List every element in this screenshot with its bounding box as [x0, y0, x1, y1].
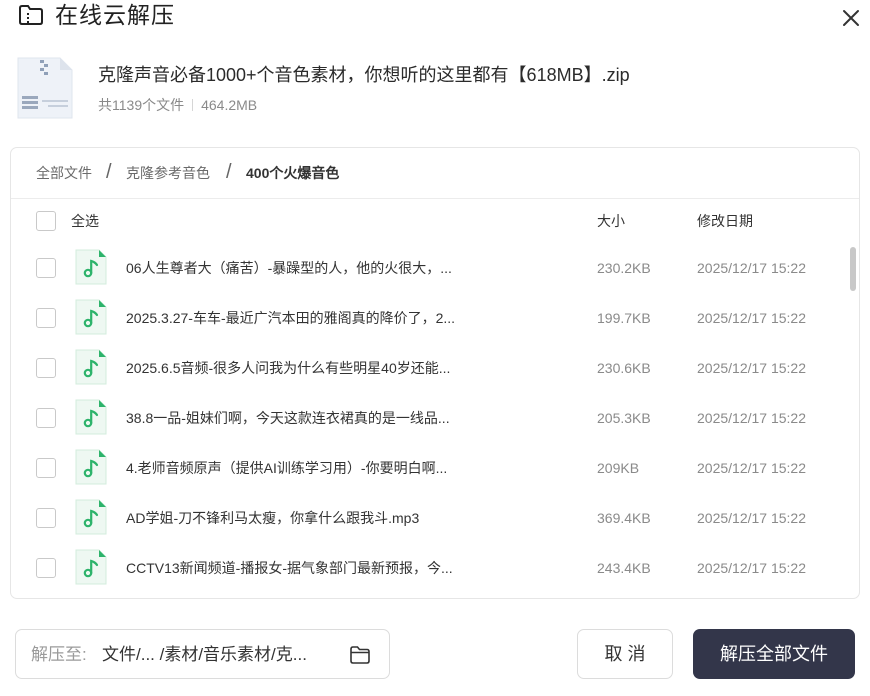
archive-total-size: 464.2MB	[201, 97, 258, 113]
file-modified-date: 2025/12/17 15:22	[697, 560, 806, 576]
column-header-modified[interactable]: 修改日期	[697, 211, 753, 231]
cancel-button[interactable]: 取 消	[577, 629, 673, 679]
audio-file-icon	[75, 299, 107, 335]
audio-file-icon	[75, 349, 107, 385]
breadcrumb-item-current: 400个火爆音色	[246, 165, 340, 181]
file-modified-date: 2025/12/17 15:22	[697, 260, 806, 276]
extract-all-button[interactable]: 解压全部文件	[693, 629, 855, 679]
folder-icon[interactable]	[349, 644, 371, 666]
file-size: 199.7KB	[597, 310, 651, 326]
select-all-checkbox[interactable]	[36, 211, 56, 231]
file-modified-date: 2025/12/17 15:22	[697, 360, 806, 376]
file-name[interactable]: 2025.3.27-车车-最近广汽本田的雅阁真的降价了，2...	[126, 308, 486, 328]
file-name[interactable]: CCTV13新闻频道-播报女-据气象部门最新预报，今...	[126, 558, 486, 578]
audio-file-icon	[75, 399, 107, 435]
file-row[interactable]: 06人生尊者大（痛苦）-暴躁型的人，他的火很大，... 230.2KB 2025/1…	[11, 243, 849, 293]
scrollbar-thumb[interactable]	[850, 247, 856, 291]
file-checkbox[interactable]	[36, 558, 56, 578]
file-row[interactable]: 2025.6.5音频-很多人问我为什么有些明星40岁还能... 230.6KB 20…	[11, 343, 849, 393]
breadcrumb-item-clone-reference[interactable]: 克隆参考音色	[126, 163, 210, 183]
file-row[interactable]: 38.8一品-姐妹们啊，今天这款连衣裙真的是一线品... 205.3KB 2025/…	[11, 393, 849, 443]
file-size: 205.3KB	[597, 410, 651, 426]
audio-file-icon	[75, 549, 107, 585]
file-row[interactable]: AD学姐-刀不锋利马太瘦，你拿什么跟我斗.mp3 369.4KB 2025/12/1…	[11, 493, 849, 543]
close-icon[interactable]	[838, 5, 864, 31]
destination-field[interactable]: 解压至: 文件/... /素材/音乐素材/克...	[15, 629, 390, 679]
file-modified-date: 2025/12/17 15:22	[697, 310, 806, 326]
column-header-size[interactable]: 大小	[597, 211, 625, 231]
file-row[interactable]: 4.老师音频原声（提供AI训练学习用）-你要明白啊... 209KB 2025/12…	[11, 443, 849, 493]
file-size: 230.6KB	[597, 360, 651, 376]
file-modified-date: 2025/12/17 15:22	[697, 460, 806, 476]
breadcrumb: 全部文件 / 克隆参考音色 / 400个火爆音色	[11, 148, 859, 199]
audio-file-icon	[75, 499, 107, 535]
file-checkbox[interactable]	[36, 308, 56, 328]
file-checkbox[interactable]	[36, 408, 56, 428]
file-size: 209KB	[597, 460, 640, 476]
archive-meta: 共1139个文件 464.2MB	[98, 95, 257, 115]
file-modified-date: 2025/12/17 15:22	[697, 410, 806, 426]
breadcrumb-separator: /	[106, 161, 112, 183]
zip-file-icon	[17, 57, 73, 119]
title-bar: 在线云解压	[0, 0, 870, 34]
file-size: 230.2KB	[597, 260, 651, 276]
file-name[interactable]: 2025.6.5音频-很多人问我为什么有些明星40岁还能...	[126, 358, 486, 378]
audio-file-icon	[75, 449, 107, 485]
file-checkbox[interactable]	[36, 258, 56, 278]
file-checkbox[interactable]	[36, 358, 56, 378]
archive-icon	[19, 5, 43, 25]
file-size: 369.4KB	[597, 510, 651, 526]
file-checkbox[interactable]	[36, 458, 56, 478]
destination-label: 解压至:	[31, 645, 87, 664]
list-header: 全选 大小 修改日期	[11, 200, 859, 244]
file-name[interactable]: 38.8一品-姐妹们啊，今天这款连衣裙真的是一线品...	[126, 408, 486, 428]
file-row[interactable]: 2025.3.27-车车-最近广汽本田的雅阁真的降价了，2... 199.7KB 2…	[11, 293, 849, 343]
file-name[interactable]: AD学姐-刀不锋利马太瘦，你拿什么跟我斗.mp3	[126, 508, 486, 528]
file-name[interactable]: 4.老师音频原声（提供AI训练学习用）-你要明白啊...	[126, 458, 486, 478]
meta-divider	[192, 99, 194, 111]
file-checkbox[interactable]	[36, 508, 56, 528]
archive-name: 克隆声音必备1000+个音色素材，你想听的这里都有【618MB】.zip	[98, 65, 630, 85]
destination-path[interactable]: 文件/... /素材/音乐素材/克...	[102, 643, 342, 667]
archive-file-count: 共1139个文件	[98, 97, 185, 113]
audio-file-icon	[75, 249, 107, 285]
file-size: 243.4KB	[597, 560, 651, 576]
breadcrumb-item-all-files[interactable]: 全部文件	[36, 163, 92, 183]
file-row[interactable]: CCTV13新闻频道-播报女-据气象部门最新预报，今... 243.4KB 2025…	[11, 543, 849, 593]
file-modified-date: 2025/12/17 15:22	[697, 510, 806, 526]
file-browser-panel: 全部文件 / 克隆参考音色 / 400个火爆音色 全选 大小 修改日期 06人生…	[10, 147, 860, 599]
window-title: 在线云解压	[55, 2, 175, 28]
breadcrumb-separator: /	[226, 161, 232, 183]
file-name[interactable]: 06人生尊者大（痛苦）-暴躁型的人，他的火很大，...	[126, 258, 486, 278]
select-all-label[interactable]: 全选	[71, 211, 99, 231]
